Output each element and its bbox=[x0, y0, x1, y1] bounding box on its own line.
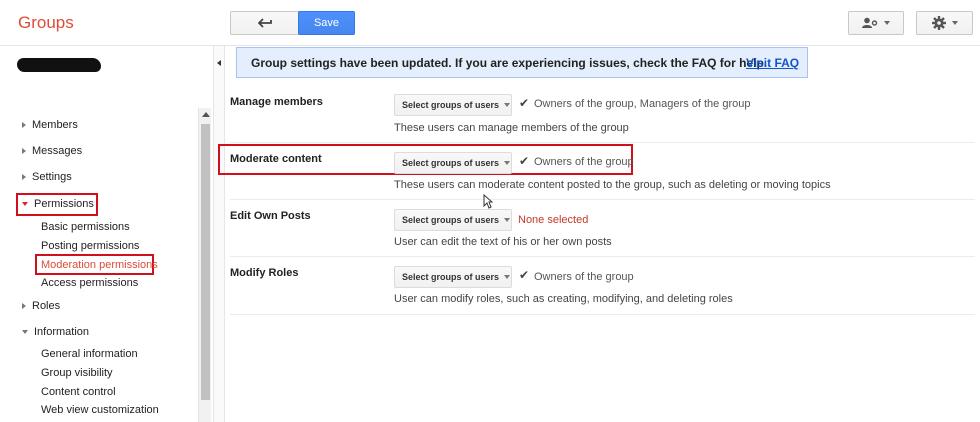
setting-label: Edit Own Posts bbox=[230, 210, 311, 222]
chevron-right-icon bbox=[22, 303, 26, 309]
chevron-down-icon bbox=[22, 330, 28, 334]
selected-groups: Owners of the group bbox=[534, 271, 634, 283]
sidebar-subitem-web-view-customization[interactable]: Web view customization bbox=[41, 404, 159, 416]
setting-row-manage-members: Manage members Select groups of users ✔ … bbox=[230, 88, 975, 143]
chevron-down-icon bbox=[504, 275, 511, 279]
gear-icon bbox=[931, 16, 946, 30]
sidebar-subitem-general-information[interactable]: General information bbox=[41, 348, 138, 360]
sidebar-item-settings[interactable]: Settings bbox=[22, 171, 72, 183]
selected-groups: Owners of the group, Managers of the gro… bbox=[534, 98, 751, 110]
sidebar-item-permissions[interactable]: Permissions bbox=[22, 198, 94, 210]
setting-label: Manage members bbox=[230, 96, 323, 108]
sidebar-subitem-content-control[interactable]: Content control bbox=[41, 386, 116, 398]
setting-row-edit-own-posts: Edit Own Posts Select groups of users No… bbox=[230, 200, 975, 257]
checkmark-icon: ✔ bbox=[519, 96, 530, 110]
back-button[interactable] bbox=[230, 11, 300, 35]
select-groups-dropdown[interactable]: Select groups of users bbox=[394, 266, 512, 288]
sidebar-collapse-handle[interactable] bbox=[213, 46, 225, 422]
checkmark-icon: ✔ bbox=[519, 154, 530, 168]
redacted-account-name bbox=[17, 58, 101, 72]
chevron-down-icon bbox=[504, 103, 511, 107]
notification-banner: Group settings have been updated. If you… bbox=[236, 47, 808, 78]
app-title[interactable]: Groups bbox=[18, 13, 74, 33]
save-button[interactable]: Save bbox=[298, 11, 355, 35]
sidebar-item-roles[interactable]: Roles bbox=[22, 300, 60, 312]
sidebar-subitem-basic-permissions[interactable]: Basic permissions bbox=[41, 221, 130, 233]
sidebar-scrollbar[interactable] bbox=[198, 108, 211, 422]
scroll-up-icon[interactable] bbox=[202, 112, 210, 117]
selected-groups: None selected bbox=[518, 214, 589, 226]
sidebar-subitem-moderation-permissions[interactable]: Moderation permissions bbox=[41, 259, 158, 271]
back-arrow-icon bbox=[258, 18, 272, 28]
chevron-right-icon bbox=[22, 122, 26, 128]
chevron-down-icon bbox=[884, 21, 890, 25]
sidebar: Members Messages Settings Permissions Ba… bbox=[0, 46, 212, 422]
setting-description: User can edit the text of his or her own… bbox=[394, 236, 612, 248]
setting-description: User can modify roles, such as creating,… bbox=[394, 293, 733, 305]
visit-faq-link[interactable]: Visit FAQ bbox=[746, 56, 799, 70]
sidebar-subitem-access-permissions[interactable]: Access permissions bbox=[41, 277, 138, 289]
setting-label: Moderate content bbox=[230, 153, 322, 165]
mouse-cursor-icon bbox=[483, 194, 493, 209]
chevron-down-icon bbox=[504, 161, 511, 165]
member-settings-button[interactable] bbox=[848, 11, 904, 35]
chevron-down-icon bbox=[22, 202, 28, 206]
select-groups-dropdown[interactable]: Select groups of users bbox=[394, 209, 512, 231]
scroll-thumb[interactable] bbox=[201, 124, 210, 400]
banner-text: Group settings have been updated. If you… bbox=[251, 56, 768, 70]
select-groups-dropdown[interactable]: Select groups of users bbox=[394, 94, 512, 116]
setting-row-modify-roles: Modify Roles Select groups of users ✔ Ow… bbox=[230, 257, 975, 315]
chevron-down-icon bbox=[504, 218, 511, 222]
sidebar-item-members[interactable]: Members bbox=[22, 119, 78, 131]
gear-button[interactable] bbox=[916, 11, 973, 35]
sidebar-item-information[interactable]: Information bbox=[22, 326, 89, 338]
setting-description: These users can moderate content posted … bbox=[394, 179, 831, 191]
sidebar-subitem-group-visibility[interactable]: Group visibility bbox=[41, 367, 113, 379]
setting-description: These users can manage members of the gr… bbox=[394, 122, 629, 134]
setting-row-moderate-content: Moderate content Select groups of users … bbox=[230, 143, 975, 200]
sidebar-subitem-posting-permissions[interactable]: Posting permissions bbox=[41, 240, 139, 252]
chevron-down-icon bbox=[951, 21, 958, 25]
chevron-right-icon bbox=[22, 148, 26, 154]
sidebar-item-messages[interactable]: Messages bbox=[22, 145, 82, 157]
selected-groups: Owners of the group bbox=[534, 156, 634, 168]
top-bar: Groups Save bbox=[0, 0, 980, 46]
chevron-left-icon bbox=[217, 60, 221, 66]
select-groups-dropdown[interactable]: Select groups of users bbox=[394, 152, 512, 174]
chevron-right-icon bbox=[22, 174, 26, 180]
setting-label: Modify Roles bbox=[230, 267, 299, 279]
person-settings-icon bbox=[862, 17, 878, 28]
checkmark-icon: ✔ bbox=[519, 268, 530, 282]
